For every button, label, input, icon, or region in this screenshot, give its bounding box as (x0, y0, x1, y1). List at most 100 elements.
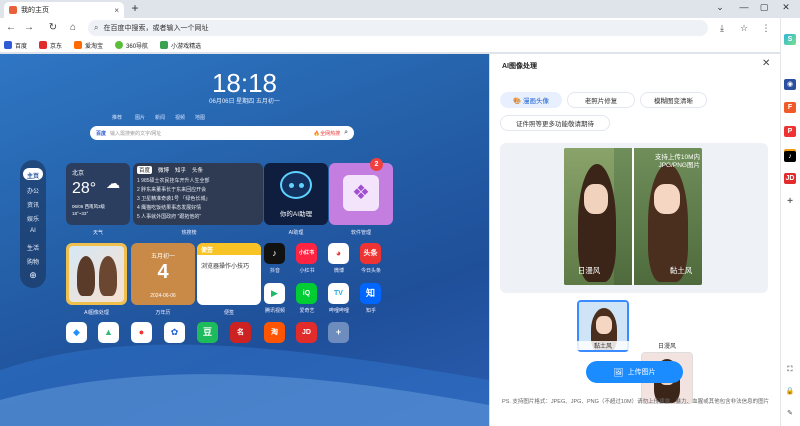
favorites-icon[interactable]: ☆ (736, 18, 752, 38)
tab-search-icon[interactable]: ⌄ (712, 0, 728, 14)
tab-home[interactable]: 我的主页 × (4, 2, 124, 18)
sidebar-jd-icon[interactable]: JD (784, 173, 796, 184)
software-manager-card[interactable]: ❖ (329, 163, 393, 225)
address-input[interactable]: 在百度中搜索，或者输入一个网址 (103, 23, 702, 33)
hot-item[interactable]: 4 鹰猫吃饭结果事态发展好情 (137, 204, 259, 213)
chip-deblur[interactable]: 模糊图变清晰 (640, 92, 707, 108)
menu-icon[interactable]: ⋮ (758, 18, 774, 38)
tab-close-icon[interactable]: × (114, 6, 119, 15)
sidebar-douyin-icon[interactable]: ♪ (784, 151, 796, 162)
nav-add-icon[interactable]: ⊕ (20, 270, 46, 281)
add-app-icon[interactable]: + (328, 322, 349, 343)
search-icon[interactable]: ⌕ (344, 129, 348, 137)
minimize-button[interactable]: — (736, 0, 752, 14)
ai-assistant-card[interactable]: 你的AI助理 (264, 163, 328, 225)
sidebar-red-icon[interactable]: F (784, 102, 796, 113)
ai-image-card[interactable] (66, 243, 127, 305)
weather-card[interactable]: 北京 28° ☁ 06/06 西南风3级 18°~33° (66, 163, 130, 225)
bookmark-aitaobao[interactable]: 爱淘宝 (74, 41, 103, 50)
search-tab-video[interactable]: 视频 (175, 114, 185, 121)
nav-item-shopping[interactable]: 购物 (20, 257, 46, 266)
app-label: 今日头条 (360, 268, 381, 274)
app-tile-icon[interactable]: 名 (230, 322, 251, 343)
homepage (0, 54, 489, 426)
app-tile-icon[interactable]: ✿ (164, 322, 185, 343)
hot-item[interactable]: 1 985硕士农民挂车开升人生全部 (137, 177, 259, 186)
home-button[interactable]: ⌂ (66, 18, 80, 38)
robot-icon (280, 171, 312, 199)
new-tab-button[interactable]: + (128, 2, 142, 16)
app-label: 爱奇艺 (299, 308, 315, 314)
jd-tile-icon[interactable]: JD (296, 322, 317, 343)
software-manager-label: 软件管理 (350, 230, 371, 236)
upload-image-button[interactable]: 🖼 上传图片 (586, 361, 683, 383)
nav-item-office[interactable]: 办公 (20, 186, 46, 195)
taobao-tile-icon[interactable]: 淘 (264, 322, 285, 343)
nav-item-ai[interactable]: AI (20, 228, 46, 234)
download-icon[interactable]: ⤓ (714, 18, 730, 38)
app-tile-icon[interactable]: ▲ (98, 322, 119, 343)
hot-tab-baidu[interactable]: 百度 (137, 166, 153, 174)
hot-list-card[interactable]: 百度 微博 知乎 头条 1 985硕士农民挂车开升人生全部 2 胖东来董事长于东… (133, 163, 263, 225)
hot-tab-toutiao[interactable]: 头条 (192, 166, 203, 174)
chip-comic-avatar[interactable]: 🎨 漫画头像 (500, 92, 562, 108)
app-label: 微博 (333, 268, 344, 274)
sidebar-p-icon[interactable]: P (784, 126, 796, 137)
hot-item[interactable]: 3 卫星精准奇袭1号 「绿色长城」 (137, 195, 259, 204)
360-icon (115, 41, 124, 49)
sidebar-app-icon[interactable]: S (784, 34, 796, 45)
search-tab-map[interactable]: 地图 (195, 114, 205, 121)
iqiyi-icon[interactable]: iQ (296, 283, 317, 304)
xiaohongshu-icon[interactable]: 小红书 (296, 243, 317, 264)
hot-list-label: 热搜榜 (181, 230, 197, 236)
tencent-video-icon[interactable]: ▶ (264, 283, 285, 304)
search-tab-news[interactable]: 新闻 (155, 114, 165, 121)
sidebar-ai-icon[interactable]: ◉ (784, 79, 796, 90)
douyin-icon[interactable]: ♪ (264, 243, 285, 264)
sidebar-lock-icon[interactable]: 🔒 (784, 386, 796, 397)
address-bar[interactable]: ⌕ 在百度中搜索，或者输入一个网址 (88, 20, 708, 36)
app-tile-icon[interactable]: ● (131, 322, 152, 343)
hot-tab-weibo[interactable]: 微博 (158, 166, 169, 174)
app-tile-icon[interactable]: 豆 (197, 322, 218, 343)
toutiao-icon[interactable]: 头条 (360, 243, 381, 264)
reload-button[interactable]: ↻ (46, 18, 60, 38)
search-tab-image[interactable]: 图片 (135, 114, 145, 121)
hot-search-link[interactable]: 🔥全网热搜 (314, 130, 340, 137)
note-card[interactable]: 便签 浏览器操作小技巧 (197, 243, 261, 305)
search-tab-recommend[interactable]: 推荐 (112, 114, 122, 121)
games-icon (160, 41, 169, 49)
hot-item[interactable]: 5 人事就外国政府 "跟拓他的" (137, 213, 259, 222)
homepage-search-input[interactable]: 输入需搜索的文字/网址 (110, 130, 310, 137)
bookmark-baidu[interactable]: 百度 (4, 41, 27, 50)
nav-item-life[interactable]: 生活 (20, 243, 46, 252)
sidebar-edit-icon[interactable]: ✎ (784, 408, 796, 419)
zhihu-icon[interactable]: 知 (360, 283, 381, 304)
maximize-button[interactable]: ▢ (756, 0, 772, 14)
bookmark-games[interactable]: 小游戏精选 (160, 41, 201, 50)
weibo-icon[interactable]: ◕ (328, 243, 349, 264)
app-tile-icon[interactable]: ◆ (66, 322, 87, 343)
note-label: 便签 (223, 310, 234, 316)
bilibili-icon[interactable]: TV (328, 283, 349, 304)
homepage-search-bar[interactable]: 百度 输入需搜索的文字/网址 🔥全网热搜 ⌕ (90, 126, 354, 140)
chip-old-photo-repair[interactable]: 老照片修复 (567, 92, 635, 108)
nav-item-news[interactable]: 资讯 (20, 200, 46, 209)
app-label: 抖音 (269, 268, 280, 274)
sidebar-screenshot-icon[interactable]: ⛶ (784, 364, 796, 375)
hot-tab-zhihu[interactable]: 知乎 (175, 166, 186, 174)
nav-item-home[interactable]: 主页 (20, 171, 46, 180)
back-button[interactable]: ← (4, 18, 18, 38)
forward-button[interactable]: → (22, 18, 36, 38)
nav-item-entertainment[interactable]: 娱乐 (20, 214, 46, 223)
bookmark-jd[interactable]: 京东 (39, 41, 62, 50)
close-icon[interactable]: ✕ (762, 58, 770, 69)
hot-item[interactable]: 2 胖东来董事长于东来回应开会 (137, 186, 259, 195)
baidu-icon: 百度 (96, 130, 107, 137)
sidebar-add-icon[interactable]: + (784, 196, 796, 207)
app-label: 知乎 (365, 308, 376, 314)
hot-tabs: 百度 微博 知乎 头条 (133, 163, 263, 177)
bookmark-360[interactable]: 360导航 (115, 41, 148, 50)
close-window-button[interactable]: ✕ (778, 0, 794, 14)
calendar-card[interactable]: 五月初一 4 2024-06-06 (131, 243, 195, 305)
